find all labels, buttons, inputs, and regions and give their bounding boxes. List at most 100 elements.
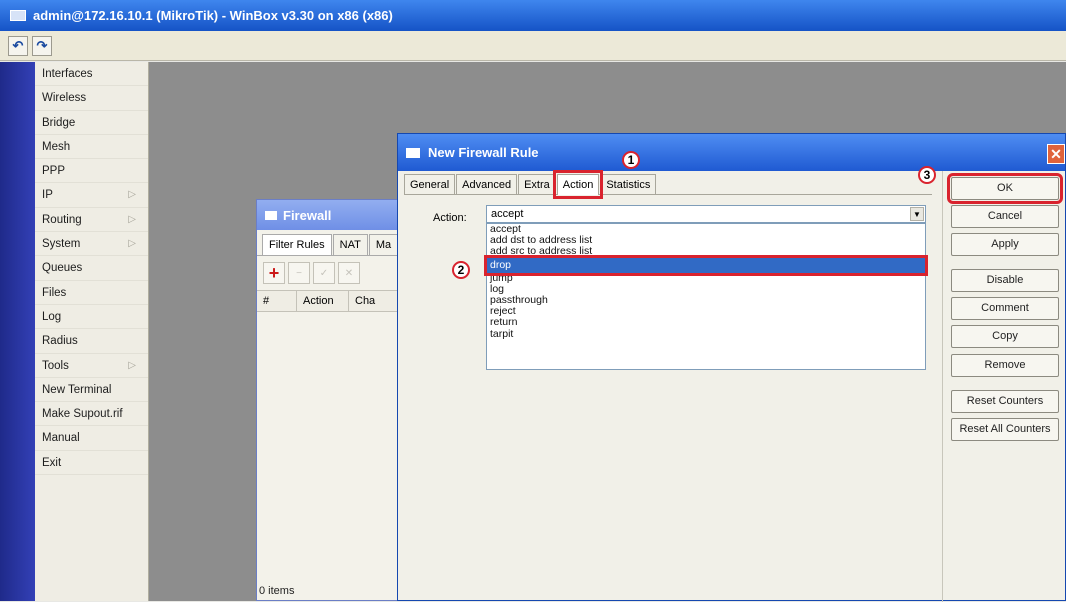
option-log[interactable]: log	[487, 283, 925, 295]
menu-label: Mesh	[42, 140, 71, 153]
option-add-src-to-address-list[interactable]: add src to address list	[487, 246, 925, 257]
menu-label: Files	[42, 286, 67, 299]
firewall-window-title-bar[interactable]: Firewall	[257, 200, 405, 230]
menu-item-make-supout[interactable]: Make Supout.rif	[35, 402, 148, 427]
option-reject[interactable]: reject	[487, 306, 925, 317]
column-chain[interactable]: Cha	[349, 291, 399, 311]
menu-item-bridge[interactable]: Bridge	[35, 111, 148, 135]
remove-icon[interactable]: −	[288, 262, 310, 284]
firewall-table-header: # Action Cha	[257, 290, 405, 312]
add-icon[interactable]: +	[263, 262, 285, 284]
option-tarpit[interactable]: tarpit	[487, 328, 925, 340]
window-icon	[265, 210, 277, 220]
menu-label: Queues	[42, 262, 83, 275]
menu-label: Bridge	[42, 116, 76, 129]
main-window-title: admin@172.16.10.1 (MikroTik) - WinBox v3…	[33, 8, 393, 23]
menu-item-system[interactable]: System ▷	[35, 232, 148, 257]
menu-item-queues[interactable]: Queues	[35, 256, 148, 281]
side-menu: Interfaces Wireless Bridge Mesh PPP IP ▷ …	[35, 62, 149, 601]
submenu-arrow-icon: ▷	[128, 359, 136, 371]
step-2-marker: 2	[452, 261, 470, 279]
option-passthrough[interactable]: passthrough	[487, 294, 925, 306]
menu-item-files[interactable]: Files	[35, 281, 148, 305]
menu-item-wireless[interactable]: Wireless	[35, 86, 148, 111]
tab-mangle[interactable]: Ma	[368, 234, 399, 255]
apply-button[interactable]: Apply	[951, 233, 1059, 256]
column-action[interactable]: Action	[297, 291, 349, 311]
firewall-window: Firewall Filter Rules NAT Ma + − ✓ ✕ # A…	[256, 199, 406, 601]
firewall-toolbar: + − ✓ ✕	[257, 256, 405, 290]
step-1-marker: 1	[622, 151, 640, 169]
tab-action[interactable]: Action	[552, 170, 604, 199]
dialog-title-bar[interactable]: New Firewall Rule ✕	[398, 134, 1065, 171]
menu-label: Exit	[42, 456, 62, 469]
menu-item-routing[interactable]: Routing ▷	[35, 208, 148, 233]
cancel-button[interactable]: Cancel	[951, 205, 1059, 228]
column-number[interactable]: #	[257, 291, 297, 311]
tab-nat[interactable]: NAT	[332, 234, 368, 255]
tab-filter-rules[interactable]: Filter Rules	[262, 234, 332, 255]
comment-button[interactable]: Comment	[951, 297, 1059, 320]
menu-item-exit[interactable]: Exit	[35, 451, 148, 476]
firewall-tabs: Filter Rules NAT Ma	[257, 230, 405, 256]
chevron-down-icon[interactable]: ▼	[910, 207, 924, 221]
menu-label: Tools	[42, 359, 69, 372]
menu-item-tools[interactable]: Tools ▷	[35, 354, 148, 378]
option-jump[interactable]: jump	[487, 272, 925, 284]
menu-item-new-terminal[interactable]: New Terminal	[35, 378, 148, 403]
action-label: Action:	[433, 212, 467, 224]
rule-tabs: General Advanced Extra Action Statistics	[404, 170, 657, 199]
item-count-status: 0 items	[259, 585, 295, 597]
redo-icon[interactable]: ↷	[32, 35, 52, 56]
menu-label: Make Supout.rif	[42, 408, 123, 421]
remove-button[interactable]: Remove	[951, 354, 1059, 377]
new-firewall-rule-dialog: New Firewall Rule ✕ General Advanced Ext…	[397, 133, 1066, 602]
enable-icon[interactable]: ✓	[313, 262, 335, 284]
action-select-value: accept	[491, 208, 524, 220]
ok-button[interactable]: OK	[947, 173, 1063, 204]
close-icon[interactable]: ✕	[1047, 144, 1065, 164]
menu-label: PPP	[42, 165, 66, 178]
menu-label: Routing	[42, 213, 82, 226]
option-drop[interactable]: drop	[484, 254, 928, 276]
tab-general[interactable]: General	[404, 174, 456, 195]
menu-label: New Terminal	[42, 383, 112, 396]
disable-icon[interactable]: ✕	[338, 262, 360, 284]
reset-all-counters-button[interactable]: Reset All Counters	[951, 418, 1059, 441]
submenu-arrow-icon: ▷	[128, 238, 136, 250]
step-3-marker: 3	[918, 166, 936, 184]
menu-label: System	[42, 238, 81, 251]
winbox-app-icon	[10, 10, 26, 21]
firewall-window-title: Firewall	[283, 207, 332, 223]
submenu-arrow-icon: ▷	[128, 189, 136, 201]
undo-icon[interactable]: ↶	[8, 35, 28, 56]
menu-item-ip[interactable]: IP ▷	[35, 183, 148, 208]
menu-label: Interfaces	[42, 68, 93, 80]
routeros-brand-strip	[0, 62, 35, 601]
reset-counters-button[interactable]: Reset Counters	[951, 390, 1059, 413]
menu-item-log[interactable]: Log	[35, 305, 148, 330]
menu-label: Log	[42, 310, 62, 323]
window-icon	[406, 147, 420, 158]
dialog-title: New Firewall Rule	[428, 145, 539, 160]
tab-advanced[interactable]: Advanced	[456, 174, 518, 195]
menu-item-radius[interactable]: Radius	[35, 329, 148, 354]
dialog-button-column: OK Cancel Apply Disable Comment Copy Rem…	[942, 171, 1066, 602]
menu-item-interfaces[interactable]: Interfaces	[35, 62, 148, 87]
menu-item-ppp[interactable]: PPP	[35, 159, 148, 184]
menu-item-manual[interactable]: Manual	[35, 426, 148, 451]
menu-label: Radius	[42, 335, 78, 348]
menu-item-mesh[interactable]: Mesh	[35, 135, 148, 160]
disable-button[interactable]: Disable	[951, 269, 1059, 292]
action-select[interactable]: accept ▼	[486, 205, 926, 223]
main-toolbar: ↶ ↷	[0, 31, 1066, 61]
menu-label: Manual	[42, 432, 80, 445]
submenu-arrow-icon: ▷	[128, 213, 136, 225]
tab-statistics[interactable]: Statistics	[600, 174, 657, 195]
option-return[interactable]: return	[487, 317, 925, 328]
copy-button[interactable]: Copy	[951, 325, 1059, 348]
tab-extra[interactable]: Extra	[518, 174, 556, 195]
menu-label: IP	[42, 189, 53, 202]
menu-label: Wireless	[42, 92, 87, 105]
action-dropdown-list: accept add dst to address list add src t…	[484, 223, 928, 370]
